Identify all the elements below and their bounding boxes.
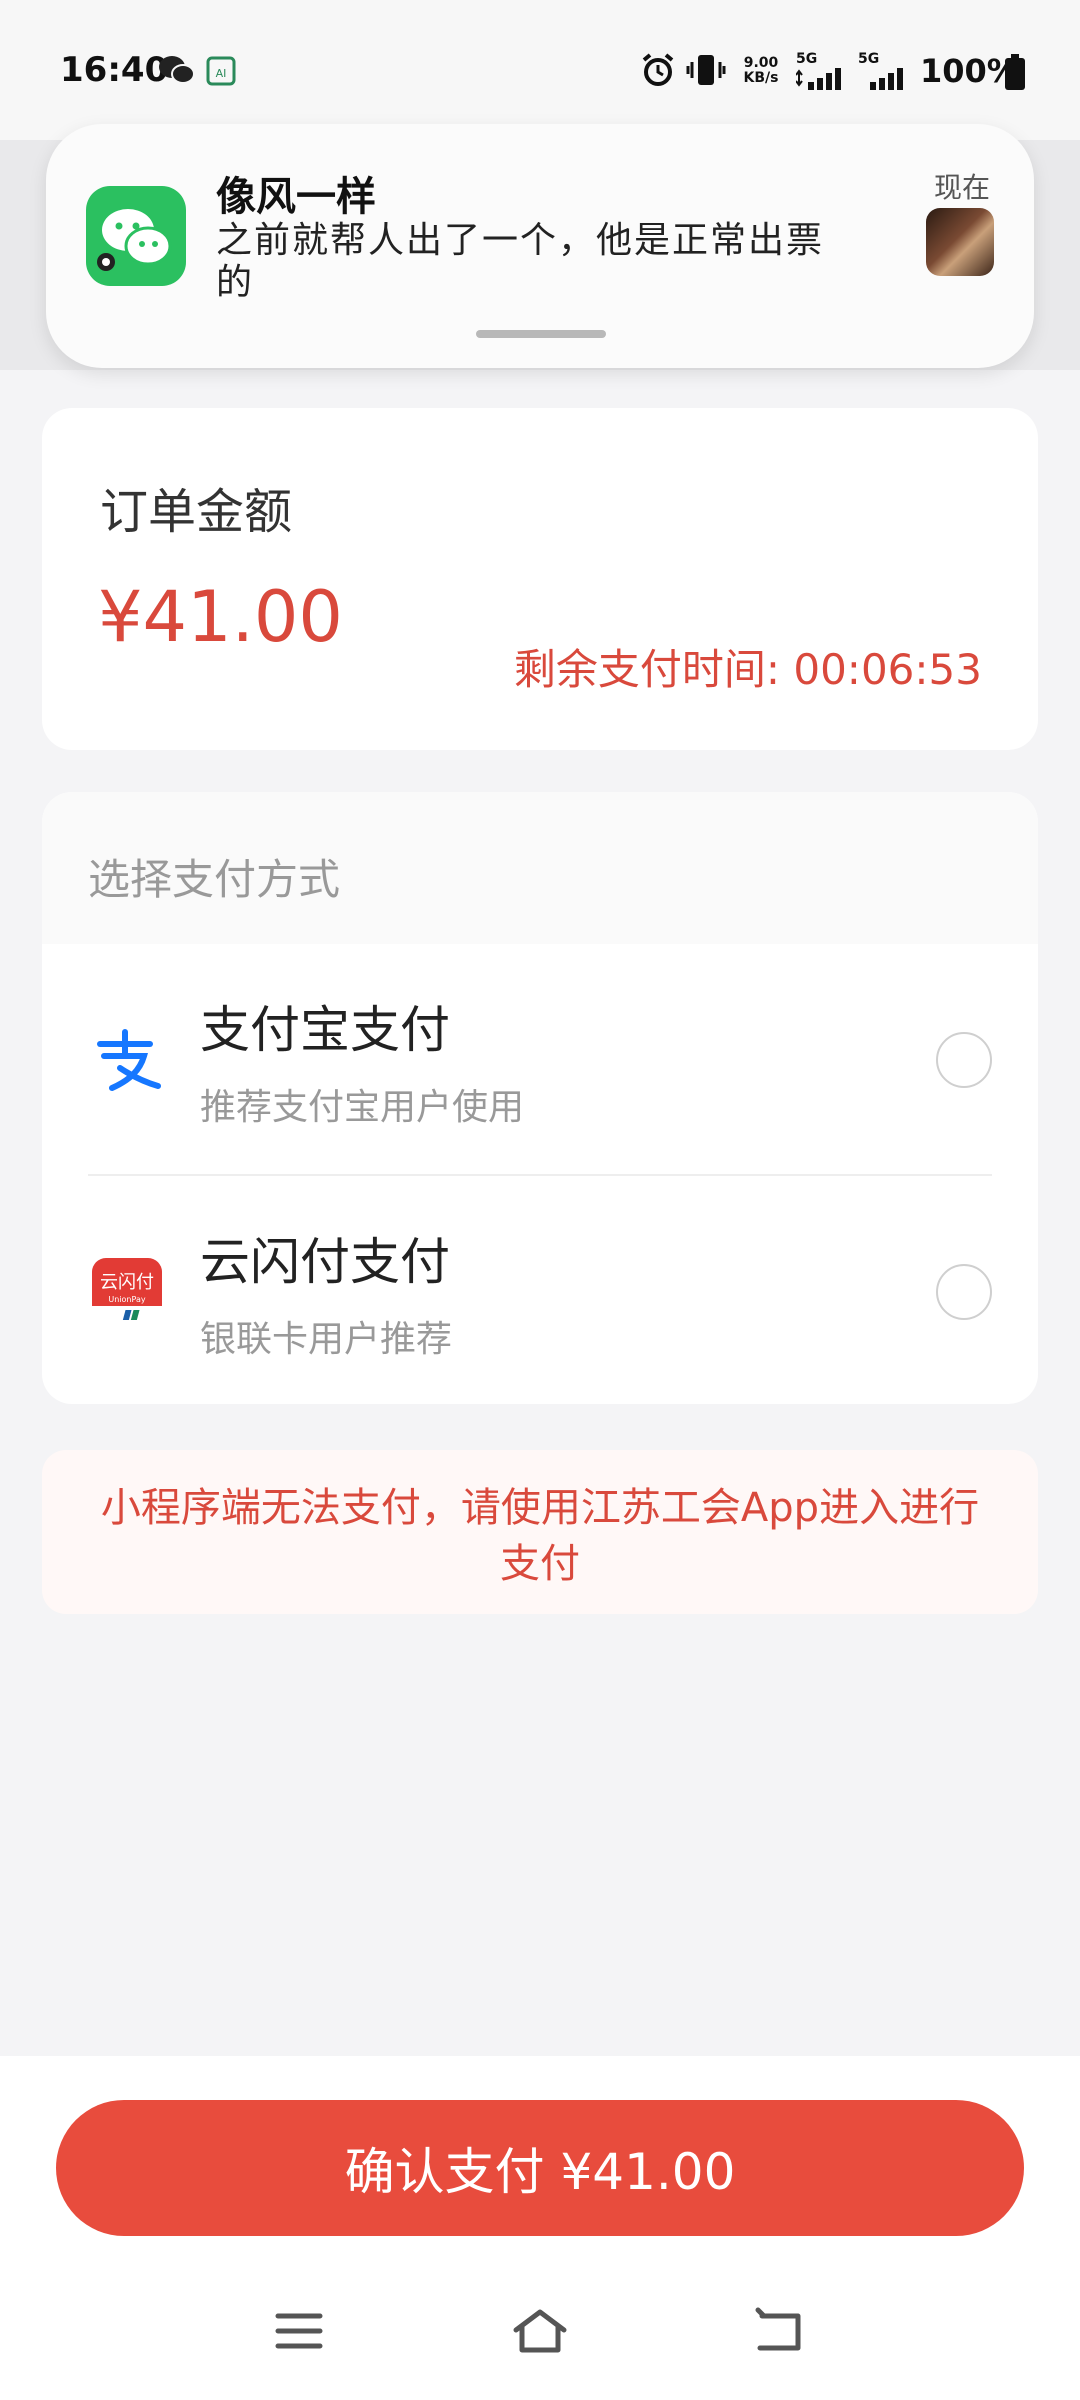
notification-sender: 像风一样 [216,174,376,220]
battery-icon [1005,54,1025,90]
net-speed-value: 9.00 [743,55,779,71]
home-icon[interactable] [510,2306,570,2356]
signal-icon-1 [796,68,841,90]
svg-text:AI: AI [216,67,227,80]
net-speed-unit: KB/s [743,70,779,86]
status-time: 16:40 [60,50,169,90]
payment-method-card: 选择支付方式 支付宝支付 推荐支付宝用户使用 云闪付 UnionPay 云闪付支… [42,792,1038,1404]
vibrate-icon [686,55,726,85]
payment-option-name: 支付宝支付 [200,1001,450,1059]
payment-option-unionpay[interactable]: 云闪付 UnionPay 云闪付支付 银联卡用户推荐 [42,1176,1038,1404]
order-amount-card: 订单金额 ¥41.00 剩余支付时间: 00:06:53 [42,408,1038,750]
signal-icon-2 [870,68,903,90]
order-amount-label: 订单金额 [100,484,293,540]
unionpay-icon-subtext: UnionPay [108,1295,145,1304]
wechat-status-icon [159,56,195,84]
back-icon[interactable] [754,2306,806,2356]
payment-warning-text: 小程序端无法支付，请使用江苏工会App进入进行支付 [100,1485,980,1587]
payment-method-header: 选择支付方式 [42,792,1038,944]
alarm-icon [642,53,674,86]
notification-message: 之前就帮人出了一个，他是正常出票的 [216,220,825,303]
payment-option-desc: 银联卡用户推荐 [200,1319,453,1360]
payment-countdown: 剩余支付时间: 00:06:53 [513,645,982,694]
unionpay-icon-text: 云闪付 [100,1272,154,1293]
sender-avatar [926,208,994,276]
menu-icon[interactable] [274,2306,324,2356]
signal2-label: 5G [858,51,880,67]
payment-option-name: 云闪付支付 [200,1233,450,1291]
wechat-icon [86,186,186,286]
confirm-payment-button[interactable]: 确认支付 ¥41.00 [56,2100,1024,2236]
order-amount-value: ¥41.00 [98,576,343,658]
payment-option-alipay[interactable]: 支付宝支付 推荐支付宝用户使用 [42,944,1038,1174]
signal1-label: 5G [796,51,818,67]
app-status-icon: AI [206,56,236,86]
unionpay-icon: 云闪付 UnionPay [92,1258,162,1328]
alipay-radio[interactable] [936,1032,992,1088]
payment-option-desc: 推荐支付宝用户使用 [200,1087,525,1128]
notification-banner[interactable]: 像风一样 之前就帮人出了一个，他是正常出票的 现在 [46,124,1034,368]
status-bar: 16:40 AI 9.00 KB/s 5G 5G 100% [0,0,1080,140]
unionpay-radio[interactable] [936,1264,992,1320]
alipay-icon [97,1029,161,1091]
payment-warning: 小程序端无法支付，请使用江苏工会App进入进行支付 [42,1450,1038,1614]
payment-method-title: 选择支付方式 [88,855,341,904]
notification-time: 现在 [934,171,991,204]
notification-drag-handle[interactable] [476,330,606,338]
